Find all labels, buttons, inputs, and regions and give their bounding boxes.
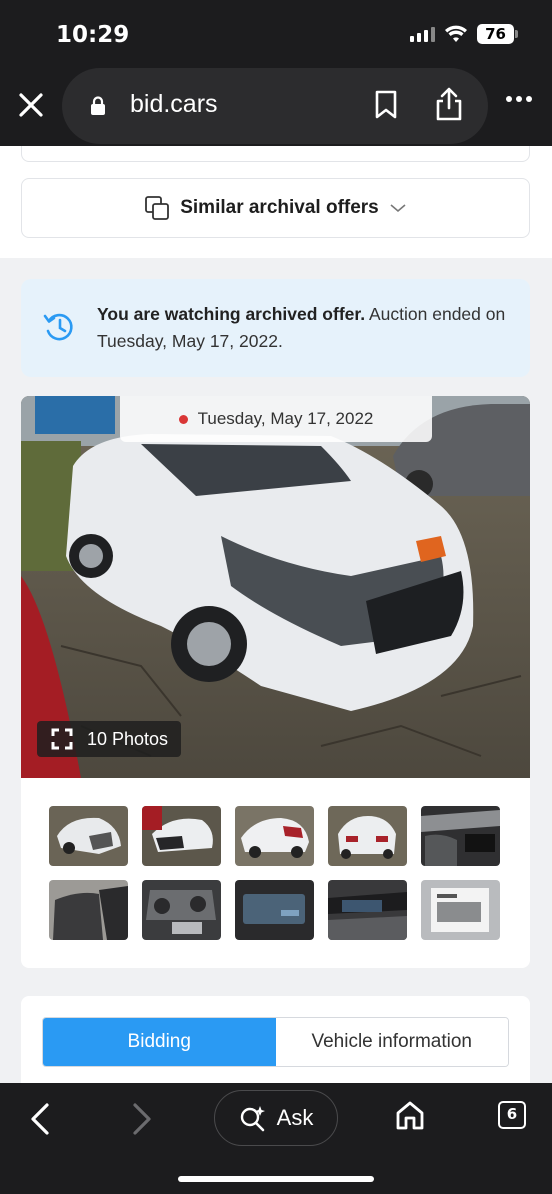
photos-count-button[interactable]: 10 Photos [37,721,181,757]
photos-count-label: 10 Photos [87,728,169,749]
thumbnail[interactable] [49,880,128,940]
copy-icon [145,196,170,220]
archive-notice-bold: You are watching archived offer. [97,304,366,324]
forward-icon[interactable] [130,1101,154,1137]
thumbnail[interactable] [235,806,314,866]
wifi-icon [445,25,467,42]
tab-bidding[interactable]: Bidding [43,1018,276,1066]
home-icon[interactable] [394,1099,426,1131]
close-icon[interactable] [16,90,46,120]
status-icons: 76 [410,24,518,44]
thumbnail[interactable] [142,806,221,866]
home-indicator [178,1176,374,1182]
upper-section: Similar archival offers [0,146,552,258]
share-icon[interactable] [434,86,464,122]
archive-notice: You are watching archived offer. Auction… [21,279,530,377]
archive-notice-text: You are watching archived offer. Auction… [97,301,517,355]
more-icon[interactable] [506,96,532,102]
chevron-down-icon [390,204,406,213]
signal-icon [410,26,435,42]
thumbnail[interactable] [421,880,500,940]
previous-card [21,146,530,162]
thumbnail[interactable] [49,806,128,866]
thumbnail[interactable] [235,880,314,940]
auction-date: Tuesday, May 17, 2022 [197,409,374,428]
bookmark-icon[interactable] [373,90,399,120]
sparkle-search-icon [240,1106,265,1132]
auction-date-badge: Tuesday, May 17, 2022 [120,396,432,442]
fullscreen-icon [51,728,73,750]
thumbnail[interactable] [328,806,407,866]
ask-button[interactable]: Ask [214,1090,338,1146]
similar-offers-label: Similar archival offers [180,197,379,218]
bidding-card: Bidding Vehicle information [21,996,530,1083]
address-bar[interactable]: bid.cars [62,68,488,144]
history-icon [43,313,73,341]
browser-bottom-bar: Ask 6 [0,1083,552,1194]
back-icon[interactable] [28,1101,52,1137]
similar-offers-button[interactable]: Similar archival offers [21,178,530,238]
url-text: bid.cars [130,90,218,118]
photo-gallery: Tuesday, May 17, 2022 10 Photos [21,396,530,968]
page-content: Similar archival offers You are watching… [0,146,552,1083]
detail-tabs: Bidding Vehicle information [42,1017,509,1067]
status-time: 10:29 [56,22,130,48]
battery-icon: 76 [477,24,518,44]
ask-label: Ask [276,1105,314,1130]
tabs-icon[interactable]: 6 [498,1101,526,1129]
tab-vehicle-information[interactable]: Vehicle information [275,1018,508,1066]
browser-top-bar: 10:29 76 bid.cars [0,0,552,146]
lock-icon [91,96,105,115]
thumbnail[interactable] [142,880,221,940]
status-dot [178,414,188,424]
thumbnail[interactable] [421,806,500,866]
thumbnail-grid [49,806,500,940]
thumbnail[interactable] [328,880,407,940]
